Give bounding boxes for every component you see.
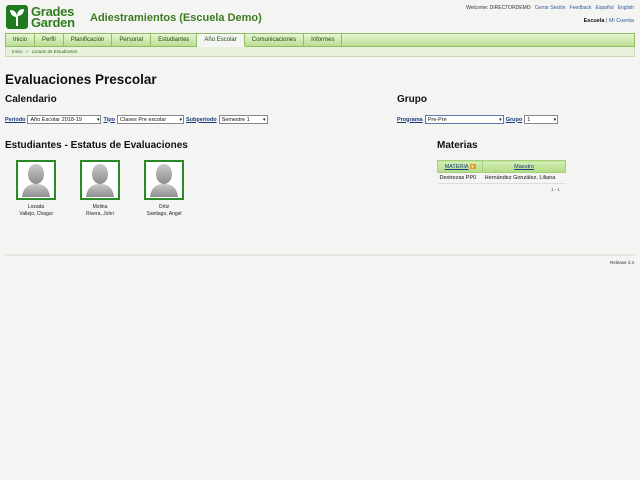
student-name[interactable]: Molina Rivera, John bbox=[80, 204, 120, 218]
tab-comunicaciones[interactable]: Comunicaciones bbox=[245, 34, 305, 46]
pager: 1 - 1 bbox=[551, 187, 561, 192]
feedback-link[interactable]: Feedback bbox=[570, 5, 592, 11]
table-row[interactable]: Destrezas PP0 Hernández González, Lilian… bbox=[437, 172, 566, 184]
subperiodo-value: Semestre 1 bbox=[221, 116, 250, 123]
context-separator: | bbox=[605, 18, 608, 24]
grupo-filters: Programa Pre-Pre ▾ Grupo 1 ▾ bbox=[397, 115, 559, 124]
breadcrumb: Inicio > Listado de Estudiantes bbox=[5, 47, 635, 57]
logout-link[interactable]: Cerrar Sesión bbox=[535, 5, 566, 11]
context-current: Escuela bbox=[583, 18, 605, 24]
top-links: Welcome: DIRECTORDEMO Cerrar Sesión Feed… bbox=[466, 5, 634, 11]
student-card[interactable]: Molina Rivera, John bbox=[80, 160, 120, 218]
page-title: Evaluaciones Prescolar bbox=[5, 72, 157, 87]
tipo-label: Tipo bbox=[103, 116, 115, 123]
tab-ano-escolar[interactable]: Año Escolar bbox=[197, 34, 245, 47]
grupo-value: 1 bbox=[527, 116, 531, 123]
sort-desc-icon: ▼ bbox=[469, 163, 476, 169]
welcome-text: Welcome: DIRECTORDEMO bbox=[466, 5, 531, 11]
chevron-down-icon: ▾ bbox=[179, 117, 182, 123]
chevron-down-icon: ▾ bbox=[499, 117, 502, 123]
tab-planificacion[interactable]: Planificación bbox=[64, 34, 113, 46]
subperiodo-label: Subperiodo bbox=[186, 116, 217, 123]
avatar[interactable] bbox=[80, 160, 120, 200]
students-heading: Estudiantes - Estatus de Evaluaciones bbox=[5, 140, 188, 151]
tab-perfil[interactable]: Perfil bbox=[35, 34, 64, 46]
chevron-down-icon: ▾ bbox=[96, 117, 100, 123]
person-silhouette-icon bbox=[22, 164, 50, 197]
programa-select[interactable]: Pre-Pre ▾ bbox=[424, 115, 504, 124]
periodo-value: Año Escolar 2018-19 bbox=[30, 116, 82, 123]
brand-name: Grades Garden bbox=[31, 4, 75, 30]
programa-value: Pre-Pre bbox=[427, 116, 447, 123]
spanish-link[interactable]: Español bbox=[596, 5, 614, 11]
materias-table: MATERIA ▼ Maestro Destrezas PP0 Hernández… bbox=[436, 160, 566, 184]
maestro-cell: Hernández González, Liliana bbox=[482, 172, 566, 184]
avatar[interactable] bbox=[16, 160, 56, 200]
breadcrumb-separator: > bbox=[25, 49, 29, 54]
breadcrumb-home[interactable]: Inicio bbox=[12, 49, 23, 54]
app-logo[interactable]: Grades Garden bbox=[6, 5, 75, 29]
periodo-select[interactable]: Año Escolar 2018-19 ▾ bbox=[27, 115, 102, 124]
programa-label: Programa bbox=[397, 116, 423, 123]
grupo-label: Grupo bbox=[505, 116, 523, 123]
tab-estudiantes[interactable]: Estudiantes bbox=[151, 34, 198, 46]
context-switch: Escuela | Mi Cuenta bbox=[584, 18, 634, 24]
tab-personal[interactable]: Personal bbox=[112, 34, 152, 46]
student-name[interactable]: Ortiz Santiago, Angel bbox=[144, 204, 184, 218]
avatar[interactable] bbox=[144, 160, 184, 200]
student-card[interactable]: Lozada Vallejo, Chagui bbox=[16, 160, 56, 218]
my-account-link[interactable]: Mi Cuenta bbox=[609, 18, 634, 24]
grupo-select[interactable]: 1 ▾ bbox=[524, 115, 559, 124]
tab-inicio[interactable]: Inicio bbox=[6, 34, 36, 46]
student-name[interactable]: Lozada Vallejo, Chagui bbox=[16, 204, 56, 218]
student-list: Lozada Vallejo, Chagui Molina Rivera, John… bbox=[16, 160, 184, 218]
periodo-label: Periodo bbox=[5, 116, 26, 123]
calendario-filters: Periodo Año Escolar 2018-19 ▾ Tipo Clase… bbox=[5, 115, 268, 124]
tipo-value: Clases Pre escolar bbox=[120, 116, 167, 123]
materia-cell: Destrezas PP0 bbox=[437, 172, 483, 184]
tab-informes[interactable]: Informes bbox=[304, 34, 343, 46]
sprout-icon bbox=[6, 5, 28, 29]
person-silhouette-icon bbox=[150, 164, 178, 197]
app-title: Adiestramientos (Escuela Demo) bbox=[90, 12, 262, 24]
breadcrumb-current: Listado de Estudiantes bbox=[31, 49, 78, 54]
person-silhouette-icon bbox=[86, 164, 114, 197]
materias-heading: Materias bbox=[437, 140, 478, 151]
chevron-down-icon: ▾ bbox=[553, 117, 557, 123]
tipo-select[interactable]: Clases Pre escolar ▾ bbox=[117, 115, 184, 124]
release-label: Release 3.3 bbox=[609, 260, 634, 265]
column-header-maestro[interactable]: Maestro bbox=[482, 160, 566, 173]
chevron-down-icon: ▾ bbox=[263, 117, 266, 123]
main-nav: Inicio Perfil Planificación Personal Est… bbox=[5, 33, 635, 47]
subperiodo-select[interactable]: Semestre 1 ▾ bbox=[218, 115, 268, 124]
grupo-heading: Grupo bbox=[397, 94, 427, 105]
english-link[interactable]: English bbox=[618, 5, 634, 11]
column-header-materia[interactable]: MATERIA ▼ bbox=[436, 160, 484, 173]
student-card[interactable]: Ortiz Santiago, Angel bbox=[144, 160, 184, 218]
footer-divider bbox=[5, 254, 635, 256]
calendario-heading: Calendario bbox=[5, 94, 57, 105]
